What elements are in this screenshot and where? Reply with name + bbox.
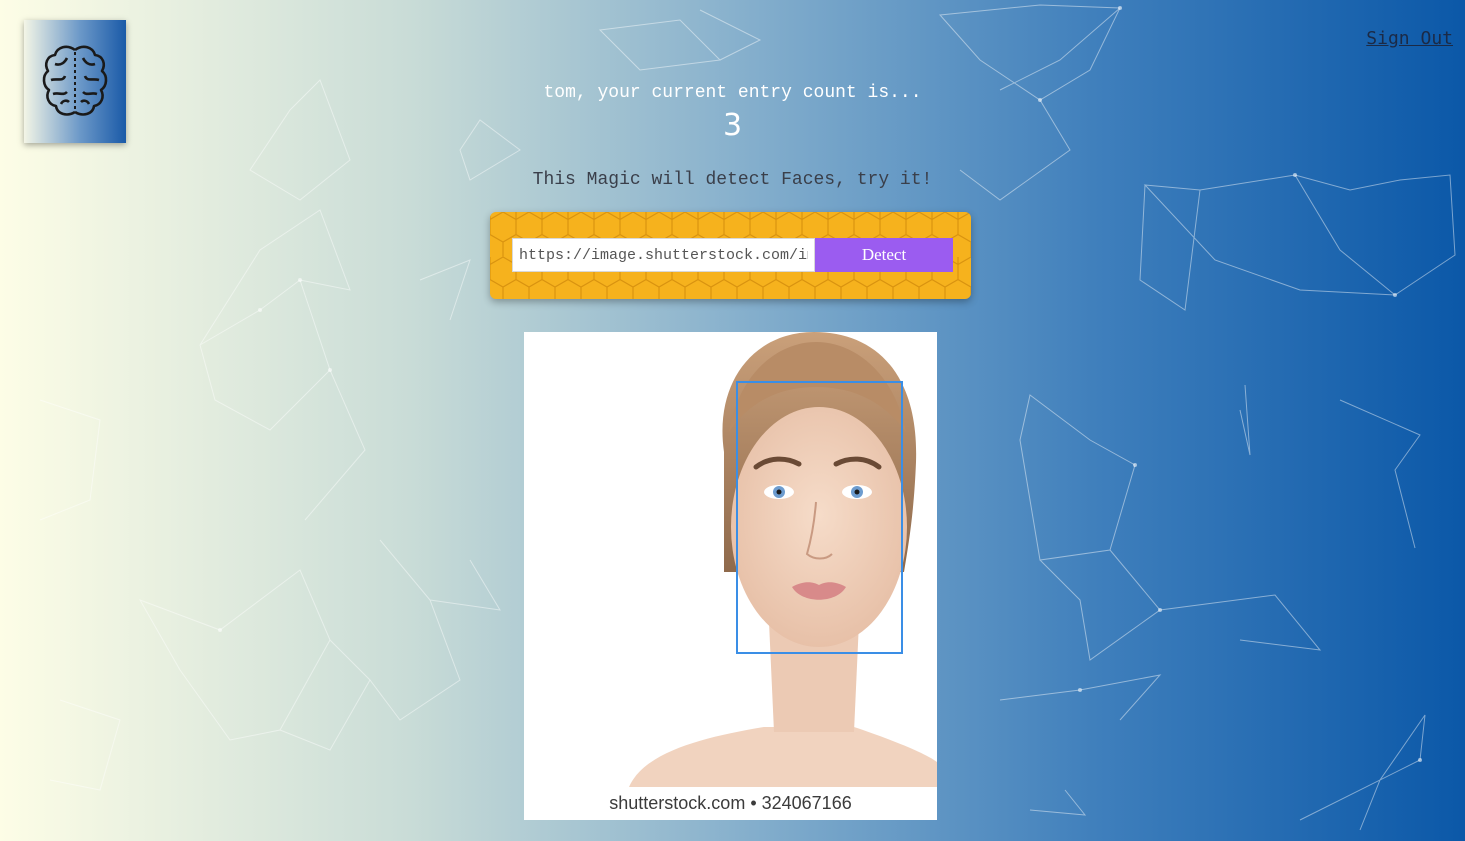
sign-out-link[interactable]: Sign Out [1366,28,1453,49]
entry-count: 3 [722,108,743,143]
entry-count-greeting: tom, your current entry count is... [543,83,922,103]
detect-button[interactable]: Detect [815,238,953,272]
image-watermark: shutterstock.com • 324067166 [609,793,852,813]
result-image: shutterstock.com • 324067166 [524,332,937,820]
image-link-form: Detect [490,212,971,299]
detect-tagline: This Magic will detect Faces, try it! [532,170,933,190]
image-url-input[interactable] [512,238,815,272]
face-bounding-box [736,381,903,654]
